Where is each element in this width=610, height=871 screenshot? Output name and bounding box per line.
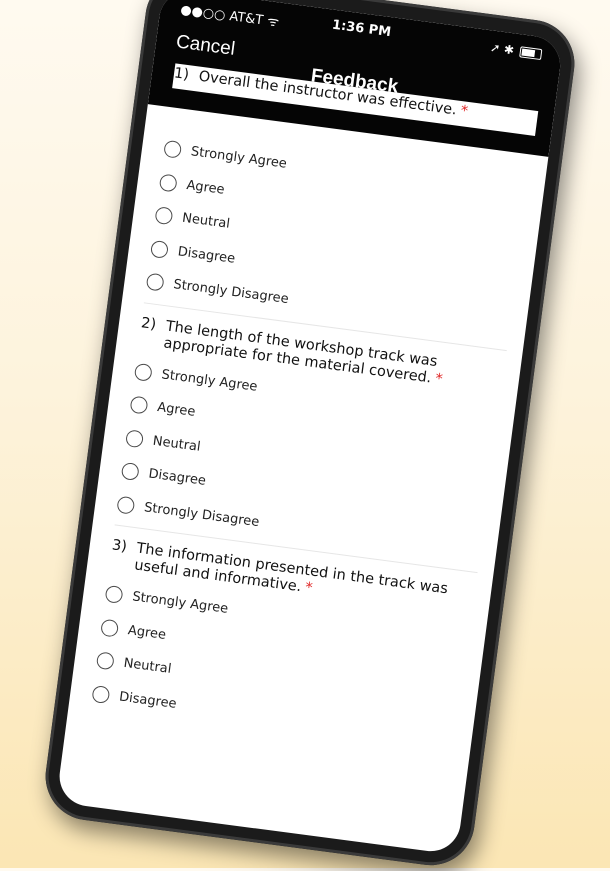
battery-icon	[519, 45, 543, 60]
option-label: Disagree	[147, 466, 207, 490]
location-bluetooth-icon: ➚ ✱	[489, 40, 515, 58]
option-label: Agree	[127, 622, 167, 643]
option-label: Neutral	[151, 433, 202, 455]
option-label: Neutral	[181, 210, 231, 233]
radio-button[interactable]	[120, 462, 140, 482]
option-label: Disagree	[176, 244, 237, 267]
radio-button[interactable]	[149, 239, 170, 259]
radio-button[interactable]	[100, 618, 120, 638]
phone-screen: ●●○○ AT&T ᯤ 1:36 PM ➚ ✱ Cancel Feedback …	[55, 0, 564, 855]
question-1: 1) Overall the instructor was effective.…	[122, 61, 554, 353]
question-number: 1)	[173, 65, 190, 84]
radio-button[interactable]	[104, 585, 124, 605]
radio-button[interactable]	[163, 139, 183, 160]
option-label: Neutral	[122, 656, 173, 678]
question-2: 2) The length of the workshop track was …	[93, 310, 522, 575]
required-marker: *	[304, 579, 314, 597]
question-number: 2)	[140, 314, 158, 333]
question-number: 3)	[110, 537, 128, 556]
radio-button[interactable]	[91, 684, 111, 704]
feedback-form: 1) Overall the instructor was effective.…	[67, 61, 554, 770]
phone-frame: ●●○○ AT&T ᯤ 1:36 PM ➚ ✱ Cancel Feedback …	[40, 0, 580, 871]
radio-button[interactable]	[116, 495, 136, 515]
radio-button[interactable]	[95, 651, 115, 671]
radio-button[interactable]	[133, 362, 153, 382]
option-label: Disagree	[118, 689, 178, 712]
radio-button[interactable]	[154, 206, 174, 226]
required-marker: *	[434, 370, 444, 388]
option-label: Strongly Agree	[189, 144, 288, 172]
option-label: Strongly Disagree	[172, 277, 290, 308]
option-label: Agree	[185, 177, 226, 198]
radio-button[interactable]	[158, 173, 178, 193]
radio-button[interactable]	[125, 428, 145, 449]
radio-button[interactable]	[129, 395, 149, 415]
option-label: Strongly Agree	[160, 367, 259, 395]
radio-button[interactable]	[145, 272, 165, 292]
required-marker: *	[459, 103, 469, 120]
option-label: Agree	[156, 400, 197, 421]
option-label: Strongly Disagree	[143, 499, 261, 530]
option-label: Strongly Agree	[131, 589, 230, 618]
